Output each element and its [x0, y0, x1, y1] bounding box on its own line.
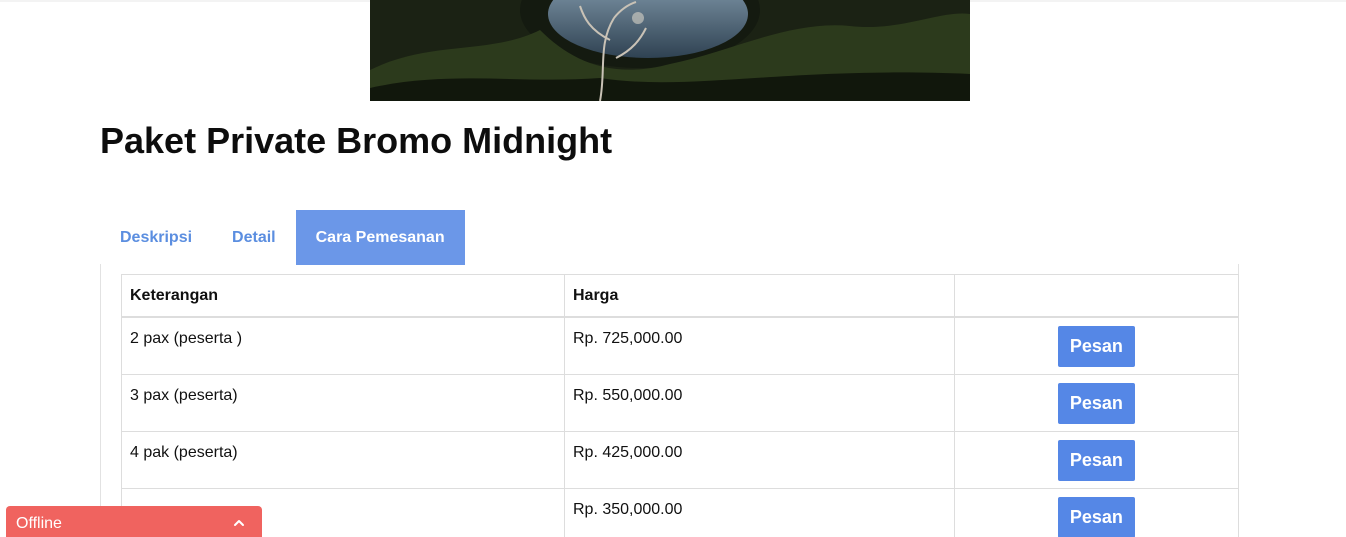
table-header-row: Keterangan Harga — [121, 274, 1240, 318]
tab-detail[interactable]: Detail — [212, 210, 296, 265]
chat-widget-bar[interactable]: Offline — [6, 506, 262, 537]
cell-action: Pesan — [953, 430, 1240, 489]
cell-action: Pesan — [953, 373, 1240, 432]
page-title: Paket Private Bromo Midnight — [100, 120, 613, 161]
cell-action: Pesan — [953, 487, 1240, 537]
price-table: Keterangan Harga 2 pax (peserta ) Rp. 72… — [121, 274, 1240, 537]
hero-image — [370, 0, 970, 101]
page: Paket Private Bromo Midnight Deskripsi D… — [0, 0, 1346, 537]
table-row: 4 pak (peserta) Rp. 425,000.00 Pesan — [121, 430, 1240, 489]
tab-deskripsi[interactable]: Deskripsi — [100, 210, 212, 265]
cell-harga: Rp. 425,000.00 — [564, 430, 955, 489]
cell-harga: Rp. 350,000.00 — [564, 487, 955, 537]
pesan-button[interactable]: Pesan — [1057, 326, 1135, 367]
table-row: 3 pax (peserta) Rp. 550,000.00 Pesan — [121, 373, 1240, 432]
column-header-harga: Harga — [564, 274, 955, 318]
cell-harga: Rp. 725,000.00 — [564, 316, 955, 375]
chevron-up-icon[interactable] — [232, 516, 246, 530]
tab-cara-pemesanan[interactable]: Cara Pemesanan — [295, 210, 465, 265]
cell-keterangan: 2 pax (peserta ) — [121, 316, 565, 375]
tab-bar: Deskripsi Detail Cara Pemesanan — [100, 210, 465, 265]
pesan-button[interactable]: Pesan — [1057, 439, 1135, 481]
column-header-keterangan: Keterangan — [121, 274, 565, 318]
cell-keterangan: 3 pax (peserta) — [121, 373, 565, 432]
table-row: Rp. 350,000.00 Pesan — [121, 487, 1240, 537]
cell-keterangan: 4 pak (peserta) — [121, 430, 565, 489]
column-header-action — [953, 274, 1240, 318]
pesan-button[interactable]: Pesan — [1057, 496, 1135, 537]
table-row: 2 pax (peserta ) Rp. 725,000.00 Pesan — [121, 316, 1240, 375]
pesan-button[interactable]: Pesan — [1057, 382, 1135, 424]
cell-action: Pesan — [953, 316, 1240, 375]
cell-harga: Rp. 550,000.00 — [564, 373, 955, 432]
chat-status-label: Offline — [16, 515, 62, 532]
